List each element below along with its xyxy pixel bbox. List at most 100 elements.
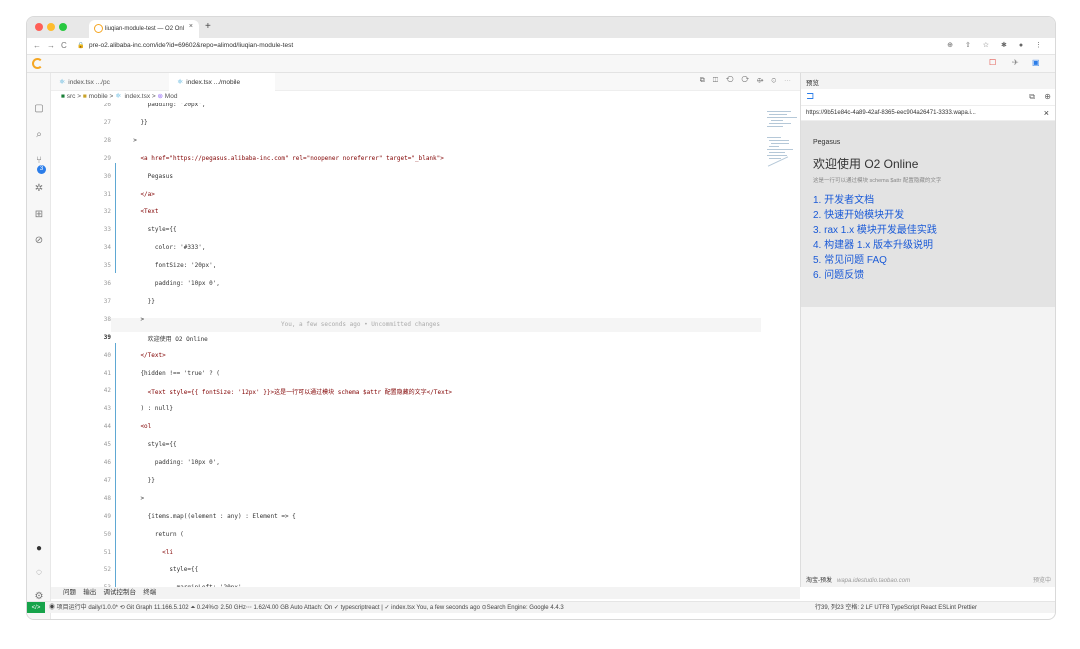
search-icon[interactable]: ⌕: [33, 129, 45, 141]
close-icon[interactable]: ×: [189, 23, 193, 30]
breadcrumb: ■ src > ■ mobile > ⚛ index.tsx > ⊚ Mod: [61, 93, 178, 100]
breadcrumb-src[interactable]: src: [67, 93, 76, 100]
line-number: 36: [103, 280, 111, 287]
breadcrumb-file[interactable]: index.tsx: [124, 93, 150, 100]
tab-problems[interactable]: 问题: [63, 589, 76, 596]
editor-tabs: ⚛ index.tsx .../pc ⚛ index.tsx .../mobil…: [51, 73, 800, 91]
o2-logo-icon: [32, 58, 43, 69]
code-line[interactable]: }}: [126, 119, 147, 126]
close-icon[interactable]: ×: [1044, 106, 1049, 121]
code-line[interactable]: padding: '10px 0',: [126, 280, 220, 287]
status-bar: </> ◉ 项目运行中 daily/1.0.0* ⟲ Git Graph 11.…: [27, 601, 1055, 613]
forward-icon[interactable]: →: [47, 41, 55, 50]
code-line[interactable]: return (: [126, 531, 184, 538]
remote-indicator-icon[interactable]: </>: [27, 602, 45, 613]
extensions-icon[interactable]: ⊞: [33, 209, 45, 221]
remote-icon[interactable]: ⊘: [33, 235, 45, 247]
preview-link-1[interactable]: 1. 开发者文档: [813, 191, 874, 206]
code-line[interactable]: <Text: [126, 208, 158, 215]
code-line[interactable]: >: [126, 495, 144, 502]
preview-brand[interactable]: Pegasus: [813, 139, 840, 146]
new-tab-icon[interactable]: +: [205, 21, 211, 32]
preview-url[interactable]: https://9b51e84c-4a89-42af-8365-eec904a2…: [806, 110, 976, 116]
code-line[interactable]: padding: '20px',: [126, 103, 206, 108]
preview-link-3[interactable]: 3. rax 1.x 模块开发最佳实践: [813, 221, 937, 236]
bottom-panel-tabs: 问题 输出 调试控制台 终端: [51, 587, 800, 599]
line-number: 42: [103, 387, 111, 395]
code-line[interactable]: <li: [126, 549, 173, 556]
editor-actions[interactable]: ⧉ ◫ ⟲ ⟳ ⟴ ⊙ ⋯: [700, 77, 794, 85]
pegasus-logo-icon: ⊐: [806, 91, 815, 102]
robot-icon[interactable]: ●: [33, 543, 45, 555]
tab-label: index.tsx: [186, 78, 212, 86]
line-number: 49: [103, 512, 111, 520]
stop-icon[interactable]: ☐: [989, 58, 996, 67]
tab-index-pc[interactable]: ⚛ index.tsx .../pc: [51, 73, 169, 91]
title-bar: liuqian-module-test — O2 Onl × +: [27, 17, 1055, 38]
files-icon[interactable]: ▢: [33, 103, 45, 115]
code-line[interactable]: Pegasus: [126, 173, 173, 180]
editor-area: ⚛ index.tsx .../pc ⚛ index.tsx .../mobil…: [51, 73, 823, 587]
code-line[interactable]: ) : null}: [126, 405, 173, 412]
code-line[interactable]: <Text style={{ fontSize: '12px' }}>这是一行可…: [126, 387, 452, 396]
globe-icon[interactable]: ⊕: [1044, 92, 1051, 101]
line-number: 39: [103, 333, 111, 341]
code-line[interactable]: }}: [126, 477, 155, 484]
open-external-icon[interactable]: ⧉: [1029, 92, 1035, 102]
tab-output[interactable]: 输出: [83, 589, 96, 596]
breadcrumb-mobile[interactable]: mobile: [89, 93, 108, 100]
code-line[interactable]: {items.map((element : any) : Element => …: [126, 513, 296, 520]
line-number: 28: [103, 136, 111, 144]
line-number: 33: [103, 226, 111, 234]
debug-icon[interactable]: ✲: [33, 183, 45, 195]
browser-tab[interactable]: liuqian-module-test — O2 Onl ×: [89, 20, 199, 38]
chat-icon[interactable]: ◌: [33, 567, 45, 579]
preview-toggle-icon[interactable]: ▣: [1032, 58, 1040, 67]
back-icon[interactable]: ←: [33, 41, 41, 50]
code-line[interactable]: fontSize: '20px',: [126, 262, 216, 269]
reload-icon[interactable]: C: [61, 41, 67, 50]
code-line[interactable]: {hidden !== 'true' ? (: [126, 370, 219, 377]
browser-toolbar-icons[interactable]: ⊕ ⇧ ☆ ✱ ● ⋮: [947, 41, 1047, 49]
preview-panel: 预览 ⊐ ⧉ ⊕ https://9b51e84c-4a89-42af-8365…: [800, 73, 1055, 587]
tab-terminal[interactable]: 终端: [143, 589, 156, 596]
preview-toolbar: ⊐ ⧉ ⊕: [801, 89, 1055, 105]
line-number: 30: [103, 172, 111, 180]
code-line[interactable]: color: '#333',: [126, 244, 206, 251]
ide-top-bar: ☐ ✈ ▣: [27, 55, 1055, 73]
code-line[interactable]: </Text>: [126, 352, 165, 359]
preview-link-2[interactable]: 2. 快速开始模块开发: [813, 206, 904, 221]
code-line[interactable]: >: [126, 316, 144, 323]
address-bar: ← → C 🔒 pre-o2.alibaba-inc.com/ide?id=69…: [27, 38, 1055, 55]
code-line[interactable]: >: [126, 137, 137, 144]
line-number: 27: [103, 118, 111, 126]
code-line[interactable]: style={{: [126, 441, 177, 448]
tab-index-mobile[interactable]: ⚛ index.tsx .../mobile: [169, 73, 275, 91]
code-view[interactable]: You, a few seconds ago • Uncommitted cha…: [51, 103, 761, 587]
preview-env-label[interactable]: 淘宝-预发: [806, 578, 832, 584]
code-line[interactable]: style={{: [126, 566, 198, 573]
send-icon[interactable]: ✈: [1012, 58, 1019, 67]
preview-link-6[interactable]: 6. 问题反馈: [813, 266, 864, 281]
preview-link-4[interactable]: 4. 构建器 1.x 版本升级说明: [813, 236, 933, 251]
code-line[interactable]: 欢迎使用 O2 Online: [126, 334, 208, 343]
preview-url-bar[interactable]: https://9b51e84c-4a89-42af-8365-eec904a2…: [801, 105, 1055, 121]
preview-link-5[interactable]: 5. 常见问题 FAQ: [813, 251, 887, 266]
tab-path: .../pc: [95, 78, 110, 86]
status-left[interactable]: ◉ 项目运行中 daily/1.0.0* ⟲ Git Graph 11.166.…: [49, 602, 564, 613]
minimize-window-dot[interactable]: [47, 23, 55, 31]
url-field[interactable]: pre-o2.alibaba-inc.com/ide?id=69602&repo…: [89, 42, 293, 49]
code-line[interactable]: </a>: [126, 191, 154, 198]
code-line[interactable]: <a href="https://pegasus.alibaba-inc.com…: [126, 155, 443, 162]
breadcrumb-symbol[interactable]: Mod: [165, 93, 178, 100]
close-window-dot[interactable]: [35, 23, 43, 31]
code-line[interactable]: padding: '10px 0',: [126, 459, 220, 466]
code-line[interactable]: <ol: [126, 423, 151, 430]
tab-debug-console[interactable]: 调试控制台: [103, 589, 136, 596]
status-right[interactable]: 行39, 列23 空格: 2 LF UTF8 TypeScript React …: [815, 602, 977, 613]
lock-icon: 🔒: [77, 43, 85, 49]
maximize-window-dot[interactable]: [59, 23, 67, 31]
react-icon: ⚛: [177, 79, 184, 86]
code-line[interactable]: }}: [126, 298, 155, 305]
code-line[interactable]: style={{: [126, 226, 177, 233]
